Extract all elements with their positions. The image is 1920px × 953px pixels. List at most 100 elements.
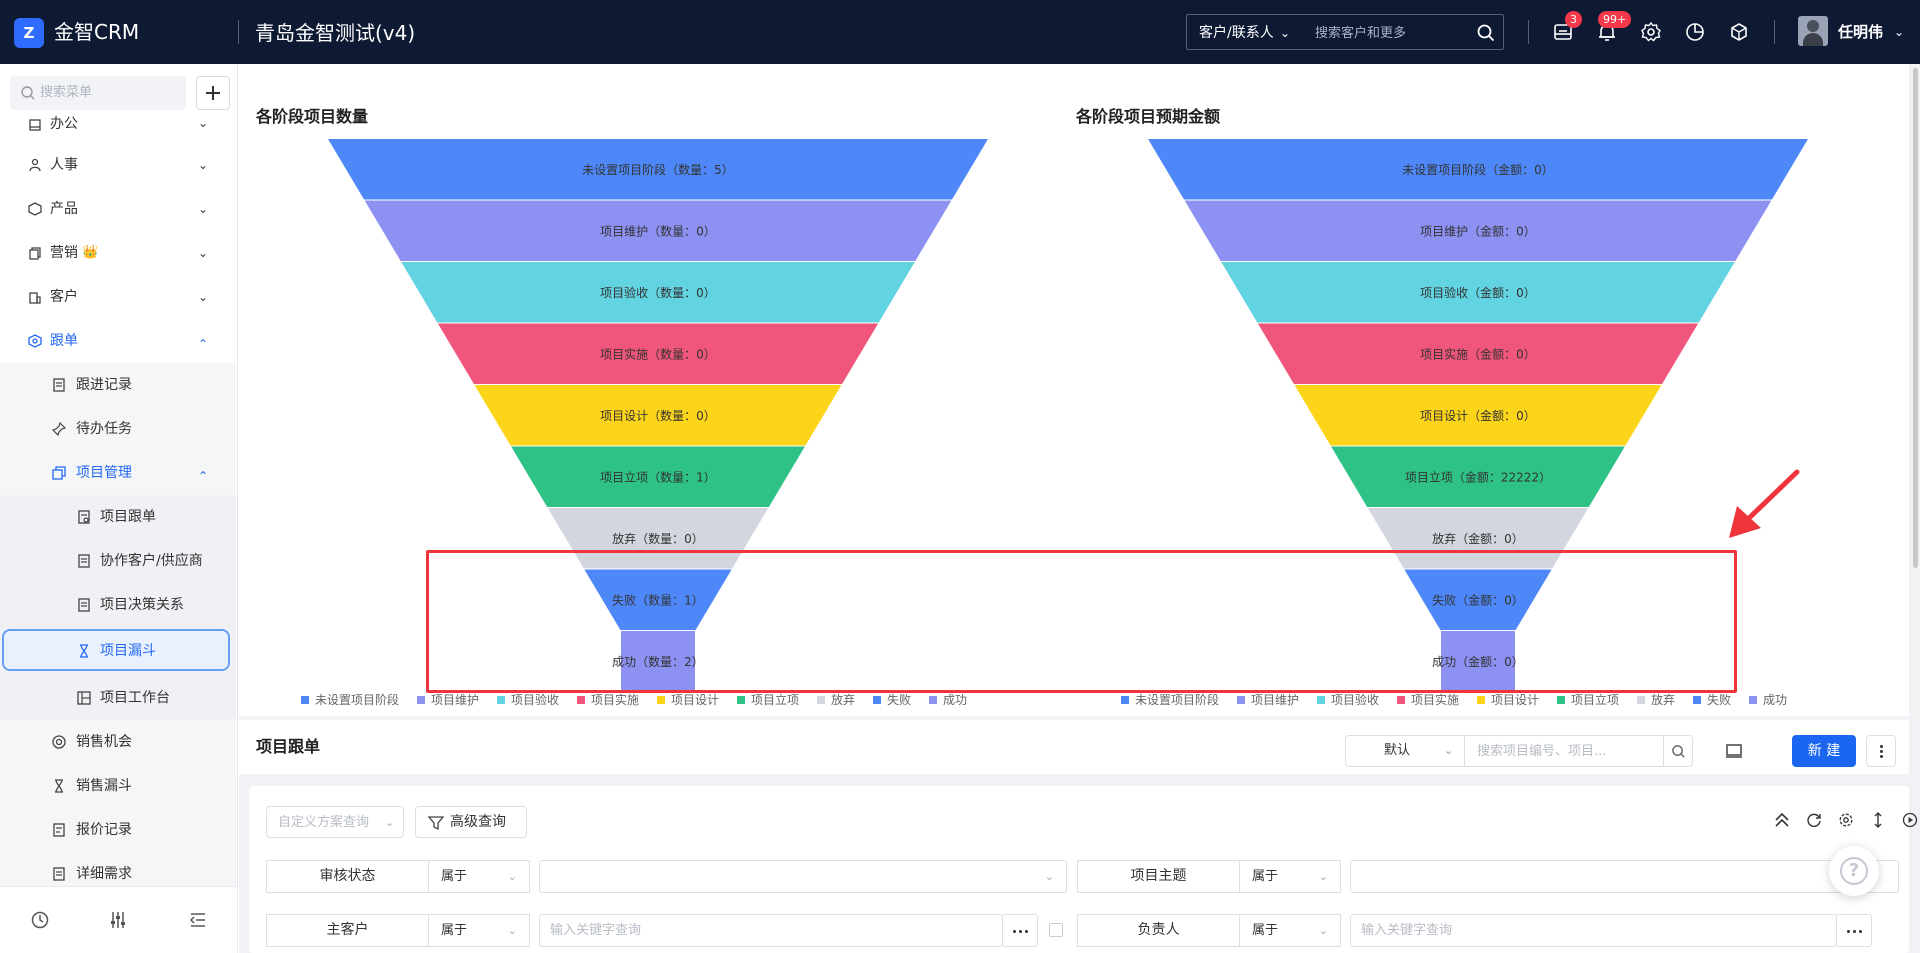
gear-icon[interactable] — [1838, 812, 1854, 828]
sidebar-item-marketing[interactable]: 营销 👑 ⌄ — [0, 231, 236, 275]
sliders-icon[interactable] — [108, 910, 128, 930]
filter-value-main-customer[interactable]: 输入关键字查询 — [539, 914, 1003, 947]
legend-item[interactable]: 成功 — [943, 693, 967, 707]
sort-vertical-icon[interactable] — [1870, 812, 1886, 828]
legend-swatch[interactable] — [417, 696, 425, 704]
sidebar-item-project-funnel[interactable]: 项目漏斗 — [0, 626, 236, 676]
legend-item[interactable]: 项目实施 — [591, 692, 639, 707]
filter-op-owner[interactable]: 属于 ⌄ — [1239, 914, 1341, 947]
legend-item[interactable]: 项目验收 — [511, 692, 559, 707]
chevron-down-icon[interactable]: ⌄ — [1894, 21, 1904, 43]
collapse-up-icon[interactable] — [1774, 812, 1790, 828]
legend-swatch[interactable] — [1749, 696, 1757, 704]
owner-more-button[interactable] — [1836, 914, 1872, 947]
legend-item[interactable]: 项目维护 — [431, 693, 479, 707]
list-search-button[interactable] — [1663, 735, 1693, 767]
legend-item[interactable]: 项目维护 — [1251, 693, 1299, 707]
legend-item[interactable]: 项目立项 — [1571, 692, 1619, 707]
filter-op-audit-status[interactable]: 属于 ⌄ — [428, 860, 530, 893]
legend-item[interactable]: 项目立项 — [751, 692, 799, 707]
search-scope-select[interactable]: 客户/联系人 — [1199, 23, 1274, 43]
main-customer-more-button[interactable] — [1002, 914, 1038, 947]
add-menu-button[interactable] — [196, 76, 230, 110]
filter-op-project-subject[interactable]: 属于 ⌄ — [1239, 860, 1341, 893]
sidebar-item-product[interactable]: 产品 ⌄ — [0, 187, 236, 231]
scheme-select[interactable]: 自定义方案查询 ⌄ — [266, 806, 404, 838]
cube-icon[interactable] — [1728, 21, 1750, 43]
more-menu-button[interactable] — [1866, 735, 1896, 767]
legend-item[interactable]: 未设置项目阶段 — [315, 692, 399, 707]
legend-swatch[interactable] — [577, 696, 585, 704]
sidebar-item-todo[interactable]: 待办任务 — [0, 407, 236, 451]
legend-swatch[interactable] — [1477, 696, 1485, 704]
sidebar-item-opportunity[interactable]: 销售机会 — [0, 720, 236, 764]
user-name[interactable]: 任明伟 — [1838, 21, 1883, 43]
legend-item[interactable]: 项目验收 — [1331, 692, 1379, 707]
legend-item[interactable]: 失败 — [1707, 692, 1731, 707]
filter-value-owner[interactable]: 输入关键字查询 — [1350, 914, 1837, 947]
filter-value-project-subject[interactable] — [1350, 860, 1899, 893]
legend-item[interactable]: 成功 — [1763, 693, 1787, 707]
legend-swatch[interactable] — [1397, 696, 1405, 704]
sidebar-item-project-follow[interactable]: 项目跟单 — [0, 495, 236, 539]
new-button[interactable]: 新 建 — [1792, 735, 1856, 767]
screen-icon[interactable] — [1725, 742, 1743, 760]
legend-swatch[interactable] — [873, 696, 881, 704]
legend-item[interactable]: 项目设计 — [1491, 693, 1539, 707]
sidebar-item-follow-record[interactable]: 跟进记录 — [0, 363, 236, 407]
brand-name[interactable]: 金智CRM — [54, 18, 139, 46]
collapse-menu-icon[interactable] — [188, 910, 208, 930]
legend-item[interactable]: 放弃 — [831, 692, 855, 707]
sidebar-item-follow[interactable]: 跟单 ⌃ — [0, 319, 236, 363]
sidebar-item-office[interactable]: 办公 ⌄ — [0, 109, 236, 141]
history-icon[interactable] — [30, 910, 50, 930]
gear-icon[interactable] — [1640, 21, 1662, 43]
sidebar-item-hr[interactable]: 人事 ⌄ — [0, 143, 236, 187]
legend-swatch[interactable] — [1121, 696, 1129, 704]
filter-value-audit-status[interactable]: ⌄ — [539, 860, 1067, 893]
sidebar-item-customer[interactable]: 客户 ⌄ — [0, 275, 236, 319]
pie-chart-icon[interactable] — [1684, 21, 1706, 43]
legend-swatch[interactable] — [1693, 696, 1701, 704]
chevron-down-icon[interactable]: ⌄ — [1280, 23, 1290, 43]
filter-op-value: 属于 — [1252, 869, 1279, 884]
legend-item[interactable]: 项目设计 — [671, 693, 719, 707]
sidebar-item-partners[interactable]: 协作客户/供应商 — [0, 539, 236, 583]
legend-swatch[interactable] — [1557, 696, 1565, 704]
sidebar-item-decision[interactable]: 项目决策关系 — [0, 583, 236, 627]
global-search[interactable]: 客户/联系人 ⌄ 搜索客户和更多 — [1186, 14, 1504, 50]
legend-swatch[interactable] — [737, 696, 745, 704]
search-input[interactable]: 搜索客户和更多 — [1315, 24, 1406, 44]
search-icon[interactable] — [1477, 24, 1495, 42]
filter-op-main-customer[interactable]: 属于 ⌄ — [428, 914, 530, 947]
legend-swatch[interactable] — [1237, 696, 1245, 704]
scrollbar-thumb[interactable] — [1913, 68, 1918, 568]
legend-swatch[interactable] — [1317, 696, 1325, 704]
menu-search-input[interactable]: 搜索菜单 — [10, 76, 186, 110]
view-select[interactable]: 默认 ⌄ — [1345, 735, 1465, 767]
legend-item[interactable]: 放弃 — [1651, 692, 1675, 707]
sidebar-item-project-manage[interactable]: 项目管理 ⌃ — [0, 451, 236, 495]
legend-swatch[interactable] — [929, 696, 937, 704]
legend-swatch[interactable] — [1637, 696, 1645, 704]
legend-swatch[interactable] — [817, 696, 825, 704]
advanced-search-button[interactable]: 高级查询 — [415, 806, 527, 838]
legend-item[interactable]: 未设置项目阶段 — [1135, 692, 1219, 707]
legend-swatch[interactable] — [301, 696, 309, 704]
help-button[interactable]: ? — [1829, 846, 1879, 896]
filter-op-value: 属于 — [441, 923, 468, 938]
legend-item[interactable]: 失败 — [887, 692, 911, 707]
list-search-input[interactable]: 搜索项目编号、项目... — [1464, 735, 1664, 767]
play-circle-icon[interactable] — [1902, 812, 1918, 828]
logo[interactable]: Z — [14, 18, 44, 48]
sidebar-item-sales-funnel[interactable]: 销售漏斗 — [0, 764, 236, 808]
avatar[interactable] — [1798, 16, 1828, 46]
main-customer-checkbox[interactable] — [1049, 923, 1063, 937]
legend-item[interactable]: 项目实施 — [1411, 692, 1459, 707]
legend-swatch[interactable] — [497, 696, 505, 704]
refresh-icon[interactable] — [1806, 812, 1822, 828]
sidebar-item-requirements[interactable]: 详细需求 — [0, 852, 236, 886]
sidebar-item-project-workbench[interactable]: 项目工作台 — [0, 676, 236, 720]
sidebar-item-quote[interactable]: 报价记录 — [0, 808, 236, 852]
legend-swatch[interactable] — [657, 696, 665, 704]
